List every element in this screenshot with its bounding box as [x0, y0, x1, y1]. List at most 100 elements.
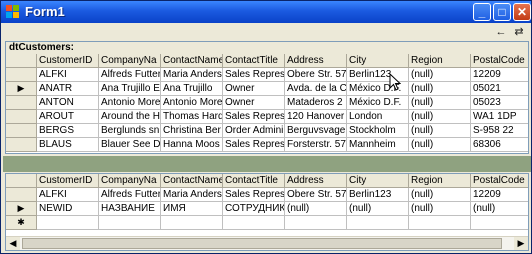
table-cell[interactable]: [99, 216, 161, 230]
table-cell[interactable]: ИМЯ: [161, 202, 223, 216]
row-header[interactable]: ▶: [6, 82, 37, 96]
table-cell[interactable]: London: [347, 110, 409, 124]
table-cell[interactable]: (null): [285, 202, 347, 216]
column-header[interactable]: Region: [409, 174, 471, 188]
column-header[interactable]: Address: [285, 54, 347, 68]
table-cell[interactable]: WA1 1DP: [471, 110, 528, 124]
customers-grid[interactable]: dtCustomers: CustomerID CompanyNa ContactN…: [5, 41, 529, 154]
table-cell[interactable]: (null): [409, 124, 471, 138]
row-header[interactable]: [6, 96, 37, 110]
table-cell[interactable]: 120 Hanover: [285, 110, 347, 124]
table-cell[interactable]: Mannheim: [347, 138, 409, 152]
column-header[interactable]: ContactTitle: [223, 54, 285, 68]
table-cell[interactable]: Mataderos 2: [285, 96, 347, 110]
table-cell[interactable]: Ana Trujillo E: [99, 82, 161, 96]
table-cell[interactable]: 68306: [471, 138, 528, 152]
table-cell[interactable]: Forsterstr. 57: [285, 138, 347, 152]
table-cell[interactable]: S-958 22: [471, 124, 528, 138]
corner-header[interactable]: [6, 174, 37, 188]
table-cell[interactable]: Sales Repres: [223, 138, 285, 152]
row-header[interactable]: [6, 188, 37, 202]
table-cell[interactable]: ANTON: [37, 96, 99, 110]
table-cell[interactable]: [161, 216, 223, 230]
row-header[interactable]: ✱: [6, 216, 37, 230]
table-cell[interactable]: Berguvsvage: [285, 124, 347, 138]
table-cell[interactable]: NEWID: [37, 202, 99, 216]
table-cell[interactable]: (null): [409, 82, 471, 96]
table-cell[interactable]: [223, 216, 285, 230]
table-cell[interactable]: Sales Represent: [223, 188, 285, 202]
row-header[interactable]: [6, 68, 37, 82]
row-header[interactable]: [6, 138, 37, 152]
table-cell[interactable]: BLAUS: [37, 138, 99, 152]
table-cell[interactable]: [409, 216, 471, 230]
table-cell[interactable]: Alfreds Futter: [99, 68, 161, 82]
column-header[interactable]: City: [347, 174, 409, 188]
close-button[interactable]: ✕: [513, 3, 531, 21]
table-cell[interactable]: (null): [409, 202, 471, 216]
table-cell[interactable]: НАЗВАНИЕ: [99, 202, 161, 216]
column-header[interactable]: CustomerID: [37, 54, 99, 68]
title-bar[interactable]: Form1 _ □ ✕: [1, 1, 531, 23]
table-cell[interactable]: (null): [347, 202, 409, 216]
table-cell[interactable]: [471, 216, 528, 230]
table-cell[interactable]: ANATR: [37, 82, 99, 96]
table-cell[interactable]: [285, 216, 347, 230]
table-cell[interactable]: (null): [471, 202, 528, 216]
column-header[interactable]: ContactName: [161, 54, 223, 68]
table-cell[interactable]: AROUT: [37, 110, 99, 124]
table-cell[interactable]: Maria Anders: [161, 68, 223, 82]
column-header[interactable]: Region: [409, 54, 471, 68]
table-cell[interactable]: Ana Trujillo: [161, 82, 223, 96]
minimize-button[interactable]: _: [473, 3, 491, 21]
table-cell[interactable]: Antonio More: [161, 96, 223, 110]
bound-grid[interactable]: CustomerID CompanyNa ContactName ContactTit…: [5, 173, 529, 251]
table-cell[interactable]: [347, 216, 409, 230]
table-cell[interactable]: Obere Str. 57: [285, 68, 347, 82]
table-cell[interactable]: (null): [409, 110, 471, 124]
splitter-bar[interactable]: [3, 156, 531, 172]
horizontal-scrollbar[interactable]: ◀ ▶: [6, 236, 528, 250]
table-cell[interactable]: (null): [409, 138, 471, 152]
table-cell[interactable]: Owner: [223, 96, 285, 110]
column-header[interactable]: PostalCode: [471, 54, 528, 68]
row-header[interactable]: [6, 110, 37, 124]
table-cell[interactable]: Hanna Moos: [161, 138, 223, 152]
table-cell[interactable]: Sales Repres: [223, 110, 285, 124]
table-cell[interactable]: Around the H: [99, 110, 161, 124]
column-header[interactable]: ContactTitle: [223, 174, 285, 188]
scroll-right-arrow[interactable]: ▶: [514, 237, 528, 250]
column-header[interactable]: City: [347, 54, 409, 68]
column-header[interactable]: CompanyNa: [99, 54, 161, 68]
column-header[interactable]: ContactName: [161, 174, 223, 188]
table-cell[interactable]: Obere Str. 57: [285, 188, 347, 202]
row-header[interactable]: [6, 124, 37, 138]
table-cell[interactable]: Alfreds Futter: [99, 188, 161, 202]
row-header[interactable]: ▶: [6, 202, 37, 216]
table-cell[interactable]: Berglunds sn: [99, 124, 161, 138]
table-cell[interactable]: (null): [409, 96, 471, 110]
table-cell[interactable]: [37, 216, 99, 230]
table-cell[interactable]: 12209: [471, 188, 528, 202]
table-cell[interactable]: Christina Ber: [161, 124, 223, 138]
table-cell[interactable]: Thomas Hard: [161, 110, 223, 124]
table-cell[interactable]: Order Admini: [223, 124, 285, 138]
table-cell[interactable]: ALFKI: [37, 188, 99, 202]
table-cell[interactable]: СОТРУДНИК: [223, 202, 285, 216]
table-cell[interactable]: BERGS: [37, 124, 99, 138]
table-cell[interactable]: 05023: [471, 96, 528, 110]
table-cell[interactable]: Owner: [223, 82, 285, 96]
column-header[interactable]: PostalCode: [471, 174, 528, 188]
column-header[interactable]: Address: [285, 174, 347, 188]
swap-arrows-icon[interactable]: ⇄: [511, 25, 527, 39]
table-cell[interactable]: México D.F.: [347, 96, 409, 110]
table-cell[interactable]: Sales Repres: [223, 68, 285, 82]
table-cell[interactable]: Stockholm: [347, 124, 409, 138]
column-header[interactable]: CompanyNa: [99, 174, 161, 188]
table-cell[interactable]: (null): [409, 188, 471, 202]
column-header[interactable]: CustomerID: [37, 174, 99, 188]
table-cell[interactable]: 05021: [471, 82, 528, 96]
table-cell[interactable]: Berlin123: [347, 188, 409, 202]
table-cell[interactable]: 12209: [471, 68, 528, 82]
table-cell[interactable]: (null): [409, 68, 471, 82]
